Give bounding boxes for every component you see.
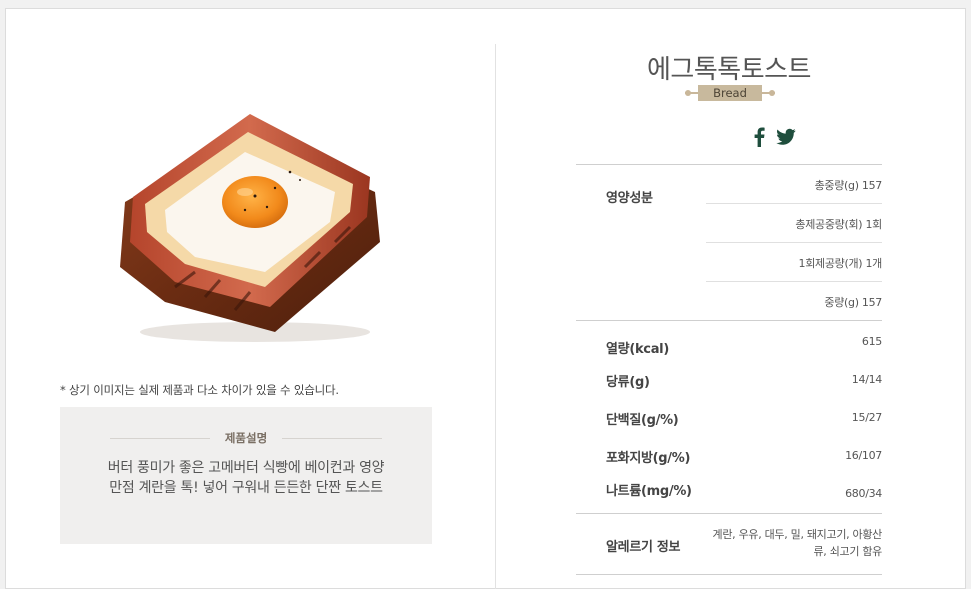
nutrient-value-protein: 15/27 [851, 411, 883, 424]
description-box: 제품설명 버터 풍미가 좋은 고메버터 식빵에 베이컨과 영양만점 계란을 톡!… [60, 407, 432, 544]
allergy-label: 알레르기 정보 [606, 540, 681, 555]
nutrient-value-satfat: 16/107 [845, 449, 882, 462]
nutrient-label-kcal: 열량(kcal) [606, 342, 669, 357]
nutrient-label-protein: 단백질(g/%) [606, 413, 679, 428]
nutrient-value-sugar: 14/14 [851, 373, 883, 386]
serving-divider [706, 242, 882, 243]
section-border [576, 513, 882, 514]
section-border [576, 320, 882, 321]
serving-total-weight: 총중량(g) 157 [814, 179, 883, 192]
allergy-value: 계란, 우유, 대두, 밀, 돼지고기, 아황산 류, 쇠고기 함유 [702, 526, 883, 560]
badge-dot-left [685, 90, 691, 96]
allergy-line-1: 계란, 우유, 대두, 밀, 돼지고기, 아황산 [712, 528, 883, 541]
product-image [120, 114, 380, 342]
serving-divider [706, 203, 882, 204]
nutrient-label-satfat: 포화지방(g/%) [606, 451, 691, 466]
nutrient-label-sodium: 나트륨(mg/%) [606, 484, 692, 499]
nutrient-label-sugar: 당류(g) [606, 375, 650, 390]
column-divider [495, 44, 496, 589]
serving-count: 총제공중량(회) 1회 [795, 218, 882, 231]
facebook-icon[interactable] [753, 127, 765, 147]
nutrition-section-label: 영양성분 [606, 191, 653, 206]
badge-dot-right [769, 90, 775, 96]
allergy-line-2: 류, 쇠고기 함유 [813, 545, 882, 558]
serving-weight: 중량(g) 157 [824, 296, 882, 309]
image-disclaimer: * 상기 이미지는 실제 제품과 다소 차이가 있을 수 있습니다. [60, 383, 339, 397]
nutrient-value-kcal: 615 [861, 335, 882, 348]
twitter-icon[interactable] [776, 128, 796, 146]
table-top-border [576, 164, 882, 165]
description-title-row: 제품설명 [110, 430, 382, 446]
serving-divider [706, 281, 882, 282]
nutrient-value-sodium: 680/34 [845, 487, 882, 500]
category-badge-wrap: Bread [685, 83, 775, 103]
title-line-right [282, 438, 382, 439]
product-name: 에그톡톡토스트 [647, 55, 811, 85]
serving-per-unit: 1회제공량(개) 1개 [798, 257, 883, 270]
description-text: 버터 풍미가 좋은 고메버터 식빵에 베이컨과 영양만점 계란을 톡! 넣어 구… [107, 460, 385, 496]
table-bottom-border [576, 574, 882, 575]
category-badge: Bread [698, 85, 762, 101]
